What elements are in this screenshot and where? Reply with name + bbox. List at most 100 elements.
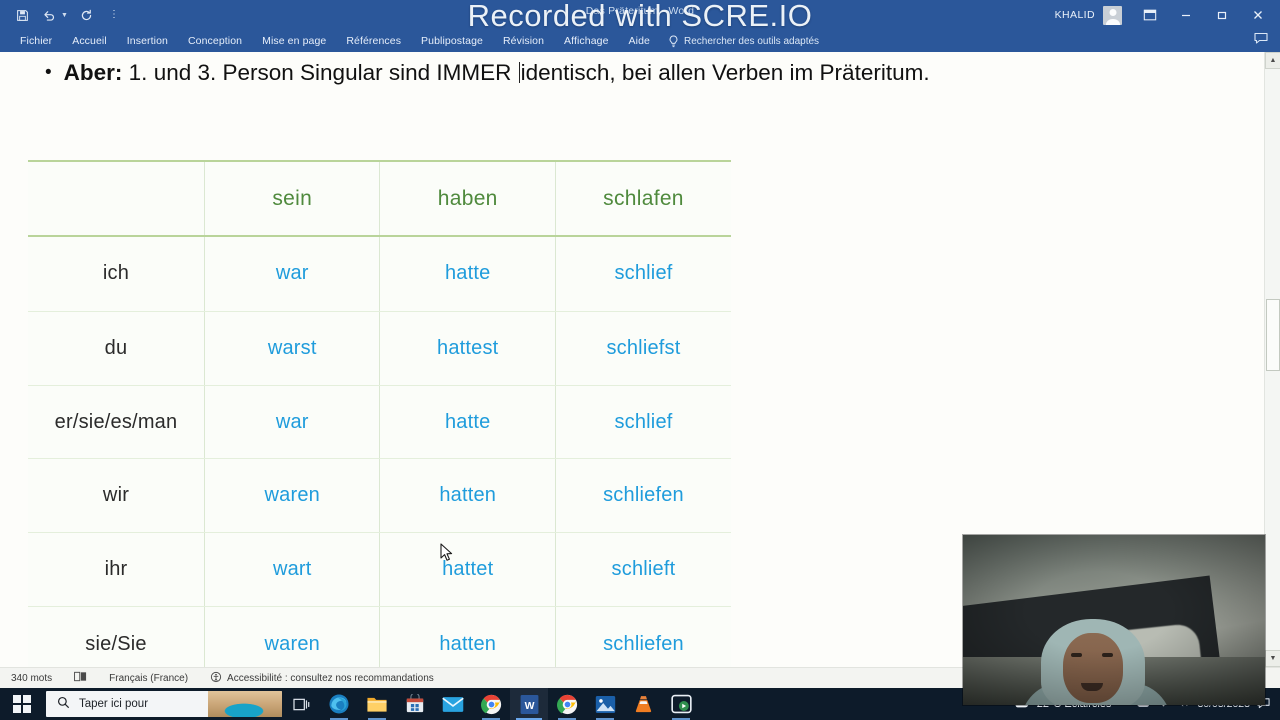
taskbar-vlc-button[interactable] — [624, 688, 662, 720]
tell-me-label: Rechercher des outils adaptés — [683, 35, 820, 47]
close-button[interactable] — [1240, 0, 1276, 30]
table-row: sie/Sie waren hatten schliefen — [28, 606, 731, 667]
account-name: KHALID — [1054, 9, 1095, 21]
bullet-marker: • — [45, 62, 52, 83]
table-header-haben: haben — [437, 186, 498, 210]
cell-pronoun: ihr — [104, 558, 128, 581]
tab-mise-en-page[interactable]: Mise en page — [252, 35, 336, 47]
taskbar-chrome-button[interactable] — [472, 688, 510, 720]
cell-haben: hatten — [439, 484, 497, 507]
bullet-text: Aber: 1. und 3. Person Singular sind IMM… — [64, 59, 930, 86]
table-header-sein: sein — [272, 186, 313, 210]
minimize-button[interactable] — [1168, 0, 1204, 30]
cell-pronoun: du — [104, 336, 128, 359]
windows-logo-icon — [13, 695, 31, 713]
cell-sein: waren — [264, 484, 320, 507]
scroll-up-button[interactable]: ▲ — [1265, 52, 1280, 69]
account[interactable]: KHALID — [1054, 5, 1122, 25]
cell-schlafen: schlief — [614, 262, 673, 285]
search-icon — [57, 696, 70, 712]
scroll-down-button[interactable]: ▼ — [1265, 650, 1280, 667]
tab-fichier[interactable]: Fichier — [10, 35, 62, 47]
cell-schlafen: schlief — [614, 410, 673, 433]
table-row: ihr wart hattet schlieft — [28, 532, 731, 608]
webcam-video — [963, 535, 1265, 705]
lightbulb-icon — [668, 34, 679, 48]
bullet-text-before-caret: 1. und 3. Person Singular sind IMMER — [122, 60, 518, 85]
cell-schlafen: schliefen — [603, 484, 684, 507]
proofing-status[interactable] — [63, 671, 98, 685]
cell-sein: waren — [264, 632, 320, 655]
taskbar-screen-recorder-button[interactable] — [662, 688, 700, 720]
taskbar-chrome-2-button[interactable] — [548, 688, 586, 720]
comments-icon[interactable] — [1254, 32, 1268, 47]
bullet-paragraph[interactable]: • Aber: 1. und 3. Person Singular sind I… — [45, 59, 1224, 86]
webcam-overlay[interactable] — [963, 535, 1265, 705]
taskbar-edge-button[interactable] — [320, 688, 358, 720]
cell-pronoun: sie/Sie — [85, 632, 147, 655]
taskbar-word-button[interactable]: W — [510, 688, 548, 720]
table-header-schlafen: schlafen — [603, 186, 684, 210]
tab-affichage[interactable]: Affichage — [554, 35, 619, 47]
ribbon-display-options-icon[interactable] — [1132, 0, 1168, 30]
search-thumbnail-image — [208, 691, 282, 717]
cell-schlafen: schliefst — [606, 336, 681, 359]
table-row: du warst hattest schliefst — [28, 311, 731, 386]
cell-sein: wart — [272, 558, 312, 581]
table-row: er/sie/es/man war hatte schlief — [28, 385, 731, 460]
scrollbar-thumb[interactable] — [1266, 299, 1280, 371]
taskbar-microsoft-store-button[interactable] — [396, 688, 434, 720]
cell-pronoun: ich — [102, 262, 130, 285]
cell-haben: hatte — [444, 262, 491, 285]
cell-pronoun: er/sie/es/man — [54, 410, 178, 433]
cell-sein: warst — [267, 336, 317, 359]
text-caret — [518, 62, 520, 83]
conjugation-table-image[interactable]: sein haben schlafen ich war hatte schlie… — [28, 160, 731, 667]
cell-sein: war — [275, 410, 309, 433]
avatar[interactable] — [1103, 5, 1122, 25]
tell-me-search[interactable]: Rechercher des outils adaptés — [660, 34, 820, 48]
screen: ▼ ⋮ Das Präteritum - Word KHALID Fichier… — [0, 0, 1280, 720]
book-icon — [74, 671, 87, 685]
cell-haben: hattest — [437, 336, 499, 359]
vertical-scrollbar[interactable]: ▲ ▼ — [1264, 52, 1280, 667]
start-button[interactable] — [0, 688, 44, 720]
svg-text:W: W — [524, 700, 534, 711]
tab-insertion[interactable]: Insertion — [117, 35, 178, 47]
cell-schlafen: schliefen — [603, 632, 684, 655]
cell-haben: hattet — [442, 558, 494, 581]
word-title-bar: ▼ ⋮ Das Präteritum - Word KHALID — [0, 0, 1280, 30]
tab-accueil[interactable]: Accueil — [62, 35, 117, 47]
table-row: wir waren hatten schliefen — [28, 458, 731, 534]
cell-sein: war — [275, 262, 309, 285]
tab-conception[interactable]: Conception — [178, 35, 252, 47]
word-count[interactable]: 340 mots — [0, 673, 63, 684]
ribbon-tab-bar: Fichier Accueil Insertion Conception Mis… — [0, 30, 1280, 52]
cell-pronoun: wir — [102, 484, 130, 507]
restore-button[interactable] — [1204, 0, 1240, 30]
search-placeholder-text: Taper ici pour — [79, 698, 149, 710]
accessibility-icon — [210, 671, 222, 686]
tab-revision[interactable]: Révision — [493, 35, 554, 47]
table-header-row: sein haben schlafen — [28, 160, 731, 237]
table-row: ich war hatte schlief — [28, 236, 731, 312]
taskbar-mail-button[interactable] — [434, 688, 472, 720]
taskbar-photos-button[interactable] — [586, 688, 624, 720]
conjugation-table: sein haben schlafen ich war hatte schlie… — [28, 160, 731, 667]
tab-publipostage[interactable]: Publipostage — [411, 35, 493, 47]
webcam-vignette — [963, 535, 1265, 705]
language-status[interactable]: Français (France) — [98, 673, 199, 684]
tab-references[interactable]: Références — [336, 35, 411, 47]
taskbar-task-view-button[interactable] — [282, 688, 320, 720]
accessibility-status[interactable]: Accessibilité : consultez nos recommanda… — [199, 671, 445, 686]
bullet-text-after-caret: identisch, bei allen Verben im Präteritu… — [520, 60, 930, 85]
title-bar-right: KHALID — [1055, 0, 1276, 30]
cell-schlafen: schlieft — [611, 558, 676, 581]
accessibility-label: Accessibilité : consultez nos recommanda… — [227, 672, 434, 684]
bullet-bold-lead: Aber: — [63, 60, 123, 85]
taskbar-search-input[interactable]: Taper ici pour — [46, 691, 282, 717]
taskbar-file-explorer-button[interactable] — [358, 688, 396, 720]
cell-haben: hatten — [439, 632, 497, 655]
cell-haben: hatte — [444, 410, 491, 433]
tab-aide[interactable]: Aide — [619, 35, 660, 47]
